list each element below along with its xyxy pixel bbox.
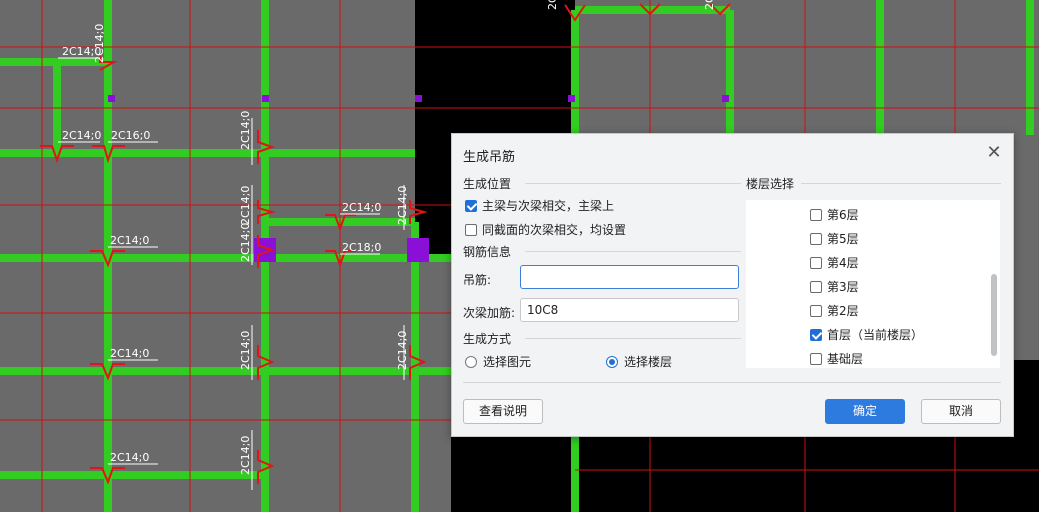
close-icon[interactable]: ✕ [985,144,1003,162]
floor-label: 第3层 [827,280,859,294]
floor-label: 第2层 [827,304,859,318]
floor-section-title: 楼层选择 [746,177,795,191]
rebar-label: 2C14;0 [239,436,252,475]
radio-selected-icon [606,355,618,368]
rebar-label: 2C14;0 [703,0,716,10]
checkbox-unchecked-icon [810,280,822,293]
hanger-input[interactable] [520,265,739,289]
checkbox-unchecked-icon [465,223,477,236]
checkbox-unchecked-icon [810,256,822,269]
rebar-section: 钢筋信息 [463,243,741,260]
rebar-label: 2C14;0 [62,129,101,142]
dialog-title: 生成吊筋 [463,150,516,165]
floor-item[interactable]: 第3层 [810,278,859,295]
radio-unselected-icon [465,355,477,368]
floor-item[interactable]: 第2层 [810,302,859,319]
same-section-checkbox[interactable]: 同截面的次梁相交，均设置 [465,221,626,238]
radio-select-floor-label: 选择楼层 [624,355,673,369]
rebar-label: 2C14;0 [110,451,149,464]
checkbox-unchecked-icon [810,232,822,245]
rebar-label: 2C14;0 [93,24,106,63]
main-secondary-label: 主梁与次梁相交，主梁上 [482,199,615,213]
rebar-label: 2C14;0 [110,234,149,247]
secondary-rebar-label: 次梁加筋: [463,306,516,320]
checkbox-unchecked-icon [810,304,822,317]
divider [801,183,1001,184]
generate-hanger-dialog: 生成吊筋 ✕ 生成位置 主梁与次梁相交，主梁上 同截面的次梁相交，均设置 钢筋信… [451,133,1014,437]
cancel-button[interactable]: 取消 [921,399,1001,424]
radio-select-element[interactable]: 选择图元 [465,353,531,370]
floor-label: 第4层 [827,256,859,270]
rebar-label: 2C14;0 [239,186,252,225]
method-section: 生成方式 [463,330,741,347]
divider [525,338,741,339]
floor-label: 第5层 [827,232,859,246]
rebar-label: 2C14;0 [239,223,252,262]
floor-item[interactable]: 第4层 [810,254,859,271]
rebar-label: 2C14;0 [239,331,252,370]
rebar-label: 2C14;0 [239,111,252,150]
rebar-label: 2C18;0 [342,241,381,254]
same-section-label: 同截面的次梁相交，均设置 [482,223,627,237]
checkbox-unchecked-icon [810,352,822,365]
rebar-label: 2C14;0 [396,331,409,370]
floor-list[interactable]: 第6层 第5层 第4层 第3层 第2层 首层（当前楼层） 基础层 [746,200,1000,368]
secondary-rebar-input[interactable] [520,298,739,322]
rebar-label: 2C14;0 [342,201,381,214]
main-secondary-checkbox[interactable]: 主梁与次梁相交，主梁上 [465,197,614,214]
floor-item[interactable]: 基础层 [810,350,863,367]
floor-item[interactable]: 第5层 [810,230,859,247]
floor-item[interactable]: 首层（当前楼层） [810,326,923,343]
ok-button[interactable]: 确定 [825,399,905,424]
radio-select-floor[interactable]: 选择楼层 [606,353,672,370]
rebar-label: 2C14;0 [110,347,149,360]
rebar-section-title: 钢筋信息 [463,245,512,259]
checkbox-unchecked-icon [810,208,822,221]
rebar-label: 2C16;0 [111,129,150,142]
hanger-label: 吊筋: [463,273,492,287]
floor-label: 基础层 [827,352,864,366]
method-section-title: 生成方式 [463,332,512,346]
help-button[interactable]: 查看说明 [463,399,543,424]
divider [525,251,741,252]
radio-select-element-label: 选择图元 [483,355,532,369]
rebar-label: 2C14;0 [396,186,409,225]
checkbox-checked-icon [465,199,477,212]
floor-section: 楼层选择 [746,175,1001,192]
floor-item[interactable]: 第6层 [810,206,859,223]
footer-divider [463,382,1001,383]
floor-list-scrollbar[interactable] [991,274,997,356]
floor-label: 第6层 [827,208,859,222]
position-section: 生成位置 [463,175,741,192]
floor-label: 首层（当前楼层） [827,328,924,342]
dialog-titlebar[interactable]: 生成吊筋 ✕ [452,134,1013,174]
divider [525,183,741,184]
rebar-label: 2C14;0 [546,0,559,10]
checkbox-checked-icon [810,328,822,341]
position-section-title: 生成位置 [463,177,512,191]
